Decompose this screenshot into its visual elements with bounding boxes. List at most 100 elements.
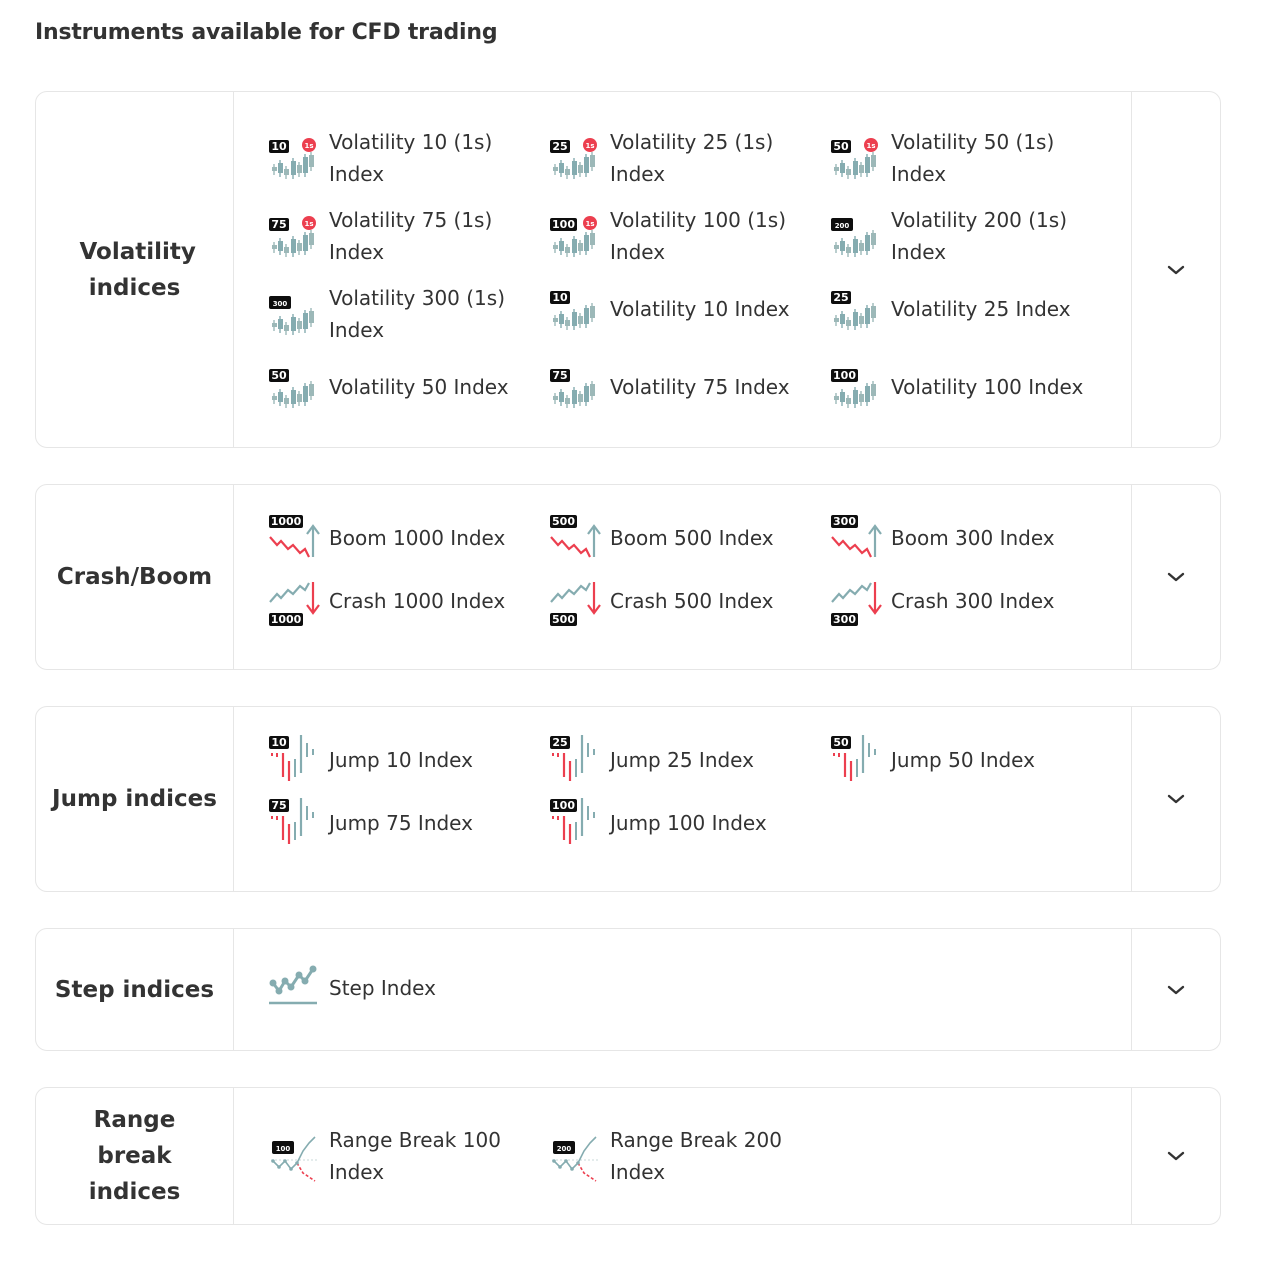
crash-icon: 500 [550,574,602,628]
instrument-label: Boom 1000 Index [329,526,506,550]
chevron-down-icon[interactable] [1166,1150,1186,1162]
instrument-label: Volatility 75 Index [610,375,790,399]
instrument-item[interactable]: 75 1s Volatility 75 (1s) Index [269,204,539,268]
svg-text:1s: 1s [304,220,313,228]
instrument-item[interactable]: 100 1s Volatility 100 (1s) Index [550,204,820,268]
instrument-list: 100 Range Break 100 Index 200 Range Break 2… [234,1088,1131,1224]
candlestick-icon: 100 [831,360,883,414]
chevron-down-icon[interactable] [1166,264,1186,276]
boom-icon: 300 [831,511,883,565]
instrument-item[interactable]: 50 Volatility 50 Index [269,360,539,414]
instrument-label: Range Break 100 Index [329,1128,501,1184]
candlestick-icon: 75 1s [269,209,321,263]
instrument-item[interactable]: 25 Volatility 25 Index [831,282,1101,336]
instrument-label: Jump 10 Index [329,748,473,772]
category-name-cell: Volatility indices [36,92,234,447]
category-title: Volatility indices [79,238,196,301]
category-title: Crash/Boom [56,564,213,590]
candlestick-icon: 25 1s [550,131,602,185]
instrument-label: Crash 300 Index [891,589,1055,613]
svg-text:200: 200 [835,222,850,230]
instrument-label: Volatility 50 Index [329,375,509,399]
instrument-item[interactable]: 1000 Boom 1000 Index [269,511,539,565]
instrument-item[interactable]: 75 Volatility 75 Index [550,360,820,414]
instrument-label: Range Break 200 Index [610,1128,782,1184]
instrument-item[interactable]: 100 Range Break 100 Index [269,1124,539,1188]
svg-text:100: 100 [552,799,575,812]
instrument-item[interactable]: Step Index [269,961,539,1015]
instrument-item[interactable]: 500 Crash 500 Index [550,574,820,628]
svg-text:75: 75 [271,218,286,231]
instrument-item[interactable]: 300 Boom 300 Index [831,511,1101,565]
svg-text:100: 100 [833,369,856,382]
expand-cell[interactable] [1131,92,1220,447]
instrument-label: Jump 75 Index [329,811,473,835]
instrument-item[interactable]: 500 Boom 500 Index [550,511,820,565]
svg-text:500: 500 [552,515,575,528]
chevron-down-icon[interactable] [1166,984,1186,996]
instrument-item[interactable]: 75 Jump 75 Index [269,796,539,850]
category-name-cell: Step indices [36,929,234,1050]
chevron-down-icon[interactable] [1166,571,1186,583]
jump-icon: 10 [269,733,321,787]
instrument-label: Volatility 200 (1s) Index [891,208,1068,264]
category-name-cell: Range break indices [36,1088,234,1224]
instrument-item[interactable]: 300 Volatility 300 (1s) Index [269,282,539,346]
instrument-item[interactable]: 100 Jump 100 Index [550,796,820,850]
candlestick-icon: 300 [269,287,321,341]
svg-text:1s: 1s [304,142,313,150]
instrument-list: 10 Jump 10 Index 25 Jump 25 Index 50 Jump 50 … [234,707,1131,891]
instrument-item[interactable]: 10 1s Volatility 10 (1s) Index [269,126,539,190]
boom-icon: 500 [550,511,602,565]
instrument-item[interactable]: 300 Crash 300 Index [831,574,1101,628]
instrument-item[interactable]: 200 Volatility 200 (1s) Index [831,204,1101,268]
instrument-item[interactable]: 10 Volatility 10 Index [550,282,820,336]
candlestick-icon: 50 [269,360,321,414]
candlestick-icon: 10 1s [269,131,321,185]
svg-text:10: 10 [271,736,287,749]
instrument-item[interactable]: 25 Jump 25 Index [550,733,820,787]
category-title: Jump indices [52,786,217,812]
expand-cell[interactable] [1131,1088,1220,1224]
svg-text:50: 50 [833,736,849,749]
crash-icon: 1000 [269,574,321,628]
svg-text:1s: 1s [585,142,594,150]
svg-text:500: 500 [552,613,575,626]
instrument-list: Step Index [234,929,1131,1050]
instrument-item[interactable]: 100 Volatility 100 Index [831,360,1101,414]
category-title: Range break indices [88,1107,181,1205]
svg-text:75: 75 [552,369,567,382]
instrument-label: Jump 50 Index [891,748,1035,772]
jump-icon: 25 [550,733,602,787]
svg-text:100: 100 [276,1145,291,1153]
instrument-label: Jump 25 Index [610,748,754,772]
step-icon [269,961,321,1015]
candlestick-icon: 25 [831,282,883,336]
instrument-item[interactable]: 10 Jump 10 Index [269,733,539,787]
expand-cell[interactable] [1131,485,1220,669]
instrument-item[interactable]: 50 Jump 50 Index [831,733,1101,787]
instrument-label: Volatility 10 (1s) Index [329,130,493,186]
jump-icon: 100 [550,796,602,850]
svg-text:1000: 1000 [271,515,302,528]
instrument-label: Crash 1000 Index [329,589,506,613]
instrument-label: Crash 500 Index [610,589,774,613]
instrument-item[interactable]: 25 1s Volatility 25 (1s) Index [550,126,820,190]
expand-cell[interactable] [1131,707,1220,891]
instrument-item[interactable]: 50 1s Volatility 50 (1s) Index [831,126,1101,190]
candlestick-icon: 50 1s [831,131,883,185]
candlestick-icon: 10 [550,282,602,336]
instrument-label: Boom 300 Index [891,526,1055,550]
instrument-label: Jump 100 Index [610,811,767,835]
instrument-label: Volatility 100 (1s) Index [610,208,787,264]
expand-cell[interactable] [1131,929,1220,1050]
instrument-item[interactable]: 1000 Crash 1000 Index [269,574,539,628]
candlestick-icon: 200 [831,209,883,263]
instrument-label: Volatility 100 Index [891,375,1084,399]
svg-text:300: 300 [273,300,288,308]
svg-text:300: 300 [833,613,856,626]
chevron-down-icon[interactable] [1166,793,1186,805]
category-name-cell: Crash/Boom [36,485,234,669]
candlestick-icon: 75 [550,360,602,414]
instrument-item[interactable]: 200 Range Break 200 Index [550,1124,820,1188]
